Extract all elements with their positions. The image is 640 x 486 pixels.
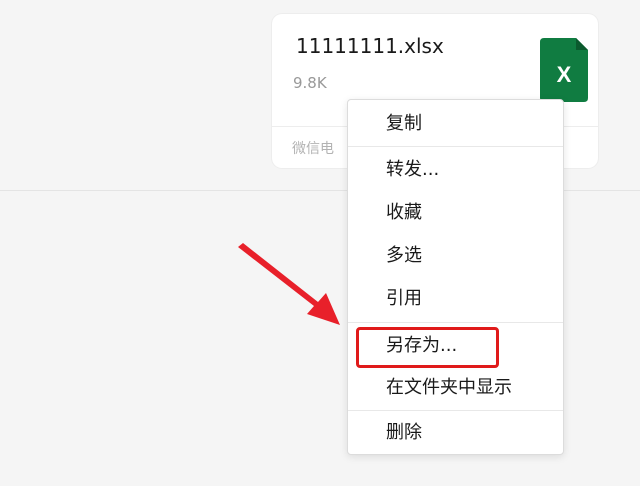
excel-icon: X — [540, 38, 588, 102]
file-source-label: 微信电 — [292, 141, 334, 157]
menu-item-delete[interactable]: 删除 — [348, 413, 563, 453]
menu-separator — [348, 410, 563, 411]
context-menu: 复制 转发... 收藏 多选 引用 另存为... 在文件夹中显示 删除 — [347, 99, 564, 455]
menu-item-quote[interactable]: 引用 — [348, 279, 563, 319]
menu-item-favorite[interactable]: 收藏 — [348, 193, 563, 233]
menu-item-copy[interactable]: 复制 — [348, 104, 563, 144]
menu-item-multi-select[interactable]: 多选 — [348, 236, 563, 276]
file-size: 9.8K — [293, 74, 327, 92]
file-name: 11111111.xlsx — [296, 34, 444, 58]
excel-icon-letter: X — [557, 62, 572, 87]
save-as-highlight-box — [356, 327, 499, 368]
menu-item-forward[interactable]: 转发... — [348, 150, 563, 190]
menu-item-show-in-folder[interactable]: 在文件夹中显示 — [348, 368, 563, 408]
menu-separator — [348, 146, 563, 147]
menu-separator — [348, 322, 563, 323]
